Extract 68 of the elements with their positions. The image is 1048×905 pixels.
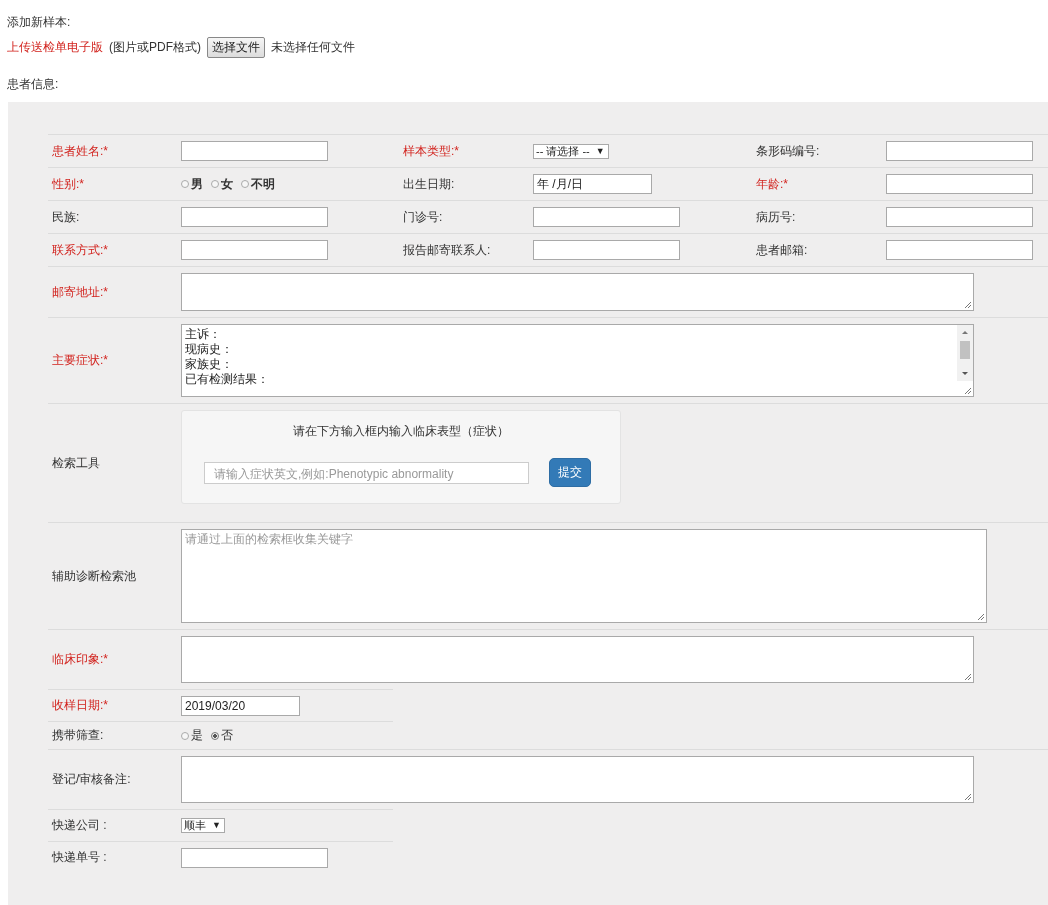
field-label: 病历号:	[756, 208, 796, 226]
field-label: 年龄:*	[756, 175, 788, 193]
resize-grip-icon[interactable]	[964, 673, 972, 681]
text-area[interactable]	[181, 273, 974, 311]
radio-label: 不明	[251, 175, 275, 193]
text-input[interactable]	[181, 207, 328, 227]
field-label: 性别:*	[52, 175, 84, 193]
text-input[interactable]	[533, 240, 680, 260]
text-area[interactable]	[181, 756, 974, 803]
field-label: 出生日期:	[403, 175, 455, 193]
text-input[interactable]	[181, 141, 328, 161]
field-label: 条形码编号:	[756, 142, 820, 160]
resize-grip-icon[interactable]	[964, 301, 972, 309]
radio-button[interactable]	[181, 731, 189, 740]
field-label: 民族:	[52, 208, 80, 226]
text-line: 主诉：	[185, 327, 222, 342]
search-tool-heading: 请在下方输入框内输入临床表型（症状）	[292, 423, 510, 440]
field-label: 患者邮箱:	[756, 241, 808, 259]
upload-hint: (图片或PDF格式)	[109, 38, 201, 56]
resize-grip-icon[interactable]	[964, 793, 972, 801]
field-label: 报告邮寄联系人:	[403, 241, 491, 259]
page-title: 添加新样本:	[7, 13, 71, 31]
text-area[interactable]: 主诉： 现病史： 家族史： 已有检测结果：	[181, 324, 974, 397]
text-input[interactable]	[181, 240, 328, 260]
field-label: 主要症状:*	[52, 353, 108, 367]
text-input[interactable]	[533, 207, 680, 227]
dropdown[interactable]: 顺丰 ▼	[181, 818, 225, 833]
submit-button[interactable]: 提交	[549, 458, 591, 487]
field-label: 联系方式:*	[52, 241, 108, 259]
choose-file-button[interactable]: 选择文件	[207, 36, 265, 58]
radio-button[interactable]	[241, 180, 249, 188]
dropdown[interactable]: -- 请选择 -- ▼	[533, 143, 609, 159]
radio-button[interactable]	[181, 180, 189, 188]
field-label: 临床印象:*	[52, 652, 108, 666]
file-status: 未选择任何文件	[271, 38, 355, 56]
section-title: 患者信息:	[7, 75, 59, 93]
field-label: 携带筛查:	[52, 728, 104, 742]
radio-label: 否	[221, 727, 233, 744]
field-label: 门诊号:	[403, 208, 443, 226]
radio-label: 男	[191, 175, 203, 193]
text-input[interactable]	[886, 207, 1033, 227]
field-label: 检索工具	[52, 455, 100, 470]
text-input[interactable]	[886, 174, 1033, 194]
text-line: 现病史：	[185, 342, 234, 357]
upload-label: 上传送检单电子版	[7, 38, 103, 56]
field-label: 快递单号 :	[52, 850, 107, 864]
scrollbar-drawing[interactable]	[957, 325, 973, 381]
field-label: 样本类型:*	[403, 142, 459, 160]
text-input[interactable]: 2019/03/20	[181, 695, 300, 716]
field-label: 辅助诊断检索池	[52, 568, 136, 583]
field-label: 患者姓名:*	[52, 142, 108, 160]
text-input[interactable]	[886, 240, 1033, 260]
field-label: 快递公司 :	[52, 818, 107, 832]
text-input[interactable]	[181, 847, 328, 868]
field-label: 收样日期:*	[52, 698, 108, 712]
radio-label: 女	[221, 175, 233, 193]
resize-grip-icon[interactable]	[964, 387, 972, 395]
radio-button[interactable]	[211, 180, 219, 188]
text-input[interactable]	[886, 141, 1033, 161]
radio-button[interactable]	[211, 731, 219, 740]
date-input[interactable]: 年 /月/日	[533, 174, 652, 194]
text-line: 已有检测结果：	[185, 372, 270, 387]
field-label: 登记/审核备注:	[52, 772, 131, 786]
text-area[interactable]	[181, 636, 974, 683]
field-label: 邮寄地址:*	[52, 284, 108, 299]
resize-grip-icon[interactable]	[977, 613, 985, 621]
text-line: 家族史：	[185, 357, 234, 372]
radio-label: 是	[191, 727, 203, 744]
